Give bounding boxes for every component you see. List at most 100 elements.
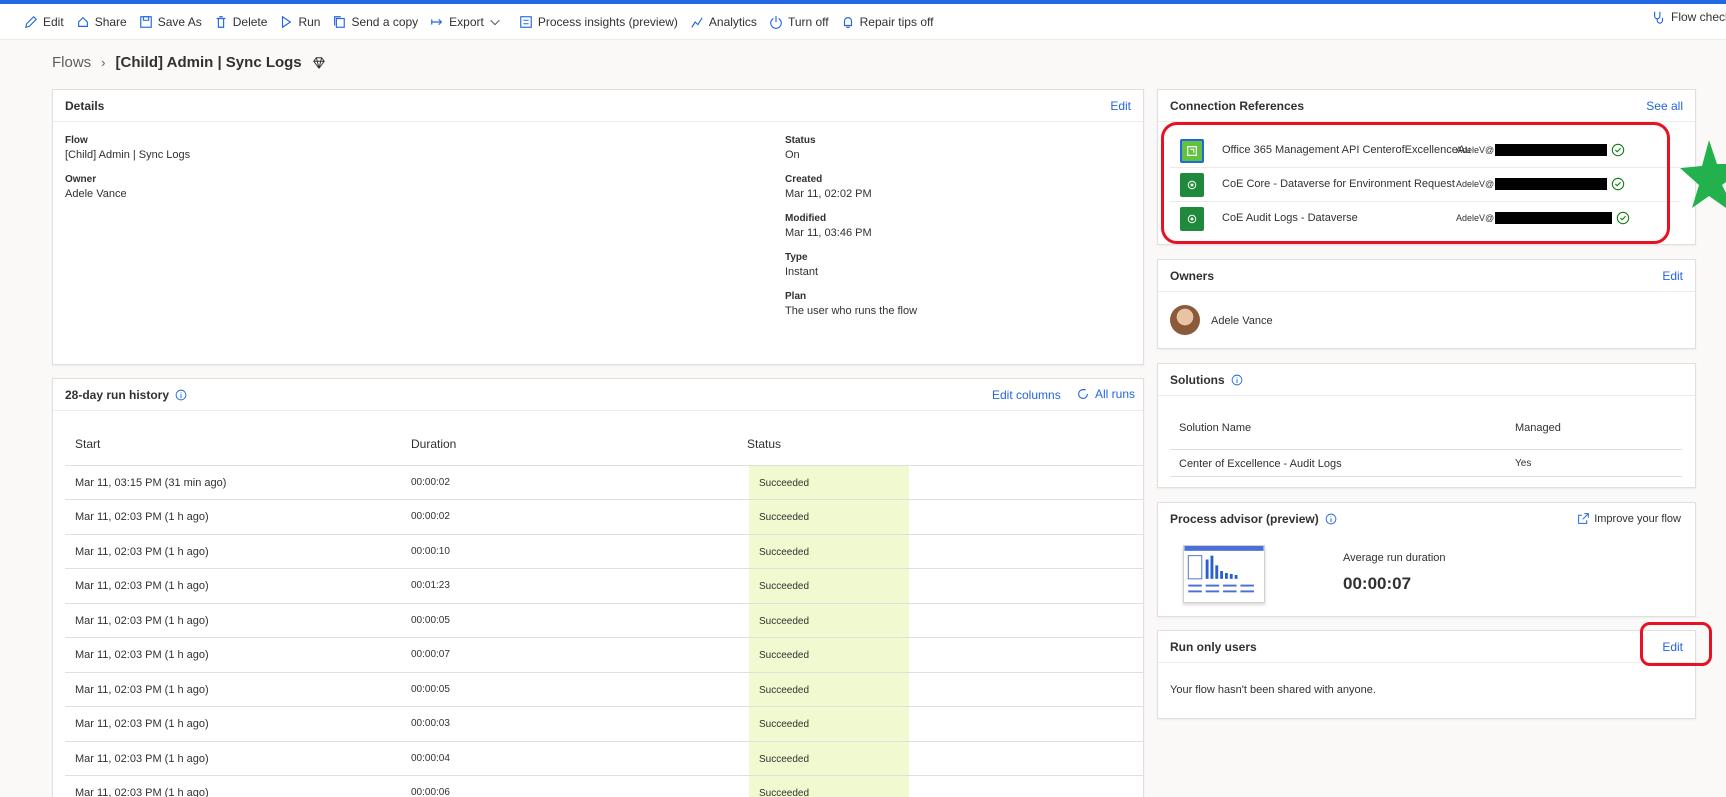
status-value: On (785, 149, 800, 161)
column-header-managed[interactable]: Managed (1515, 422, 1561, 434)
type-label: Type (785, 252, 808, 263)
flow-checker-command[interactable]: Flow checker (1652, 10, 1726, 24)
status-field: Status On (785, 135, 816, 161)
row-status: Succeeded (749, 500, 909, 534)
plan-field: Plan The user who runs the flow (785, 291, 917, 317)
connections-title: Connection References (1170, 98, 1305, 113)
repair-tips-command[interactable]: Repair tips off (841, 15, 933, 29)
table-row[interactable]: Mar 11, 02:03 PM (1 h ago) 00:00:03 Succee… (65, 706, 1143, 741)
row-start: Mar 11, 02:03 PM (1 h ago) (75, 753, 209, 765)
table-row[interactable]: Mar 11, 02:03 PM (1 h ago) 00:00:05 Succee… (65, 603, 1143, 638)
table-row[interactable]: Mar 11, 02:03 PM (1 h ago) 00:01:23 Succee… (65, 568, 1143, 603)
modified-field: Modified Mar 11, 03:46 PM (785, 213, 872, 239)
divider (1170, 449, 1682, 450)
solution-name[interactable]: Center of Excellence - Audit Logs (1179, 458, 1342, 470)
breadcrumb-flows-link[interactable]: Flows (52, 54, 91, 71)
edit-columns-link[interactable]: Edit columns (992, 388, 1061, 402)
see-all-link[interactable]: See all (1646, 99, 1683, 113)
row-duration: 00:00:02 (411, 511, 450, 522)
owners-edit-link[interactable]: Edit (1662, 269, 1683, 283)
run-command-label: Run (298, 14, 321, 29)
table-row[interactable]: Mar 11, 03:15 PM (31 min ago) 00:00:02 Suc… (65, 465, 1143, 500)
flow-value: [Child] Admin | Sync Logs (65, 149, 191, 161)
delete-command[interactable]: Delete (214, 14, 268, 29)
flow-label: Flow (65, 135, 88, 146)
edit-command[interactable]: Edit (24, 15, 64, 29)
open-external-icon (1578, 513, 1590, 524)
all-runs-link[interactable]: All runs (1076, 387, 1135, 401)
row-start: Mar 11, 02:03 PM (1 h ago) (75, 684, 209, 696)
created-field: Created Mar 11, 02:02 PM (785, 174, 872, 200)
row-duration: 00:00:05 (411, 615, 450, 626)
plan-value: The user who runs the flow (785, 305, 918, 317)
process-advisor-card: Process advisor (preview) Improve your f… (1157, 502, 1696, 617)
run-command[interactable]: Run (279, 15, 320, 29)
highlight-box-connections (1161, 122, 1670, 244)
solutions-title: Solutions (1170, 372, 1225, 387)
turn-off-command[interactable]: Turn off (769, 15, 829, 29)
modified-label: Modified (785, 213, 827, 224)
row-status: Succeeded (749, 742, 909, 776)
details-title: Details (65, 98, 105, 113)
save-as-icon (139, 15, 153, 29)
process-insights-command[interactable]: Process insights (preview) (519, 15, 678, 29)
row-duration: 00:00:03 (411, 718, 450, 729)
solution-managed: Yes (1515, 458, 1532, 469)
table-row[interactable]: Mar 11, 02:03 PM (1 h ago) 00:00:07 Succee… (65, 637, 1143, 672)
column-header-start[interactable]: Start (75, 437, 100, 451)
send-copy-command-label: Send a copy (351, 14, 419, 29)
row-duration: 00:00:07 (411, 649, 450, 660)
details-card: Details Edit Flow [Child] Admin | Sync Lo… (52, 89, 1144, 365)
details-header: Details Edit (53, 90, 1143, 122)
solutions-card: Solutions Solution Name Managed Center o… (1157, 363, 1696, 488)
row-status: Succeeded (749, 673, 909, 707)
column-header-solution-name[interactable]: Solution Name (1179, 422, 1251, 434)
export-command[interactable]: Export (430, 15, 507, 29)
row-duration: 00:00:02 (411, 477, 450, 488)
delete-command-label: Delete (232, 14, 268, 29)
flow-field: Flow [Child] Admin | Sync Logs (65, 135, 190, 161)
table-row[interactable]: Mar 11, 02:03 PM (1 h ago) 00:00:04 Succee… (65, 741, 1143, 776)
row-start: Mar 11, 02:03 PM (1 h ago) (75, 649, 209, 661)
row-status: Succeeded (749, 707, 909, 741)
process-icon (519, 15, 533, 29)
table-row[interactable]: Mar 11, 02:03 PM (1 h ago) 00:00:06 Succee… (65, 775, 1143, 797)
row-duration: 00:00:06 (411, 787, 450, 797)
row-duration: 00:00:04 (411, 753, 450, 764)
send-copy-command[interactable]: Send a copy (332, 15, 418, 29)
highlight-box-edit (1640, 622, 1712, 666)
info-icon[interactable] (175, 389, 187, 401)
run-history-title: 28-day run history (65, 387, 170, 402)
flow-checker-label: Flow checker (1671, 10, 1726, 24)
column-header-status[interactable]: Status (747, 437, 781, 451)
process-advisor-header: Process advisor (preview) Improve your f… (1158, 503, 1695, 535)
pencil-icon (24, 15, 38, 29)
info-icon[interactable] (1231, 374, 1243, 386)
created-value: Mar 11, 02:02 PM (785, 188, 872, 200)
improve-flow-link[interactable]: Improve your flow (1577, 512, 1681, 525)
details-edit-link[interactable]: Edit (1110, 99, 1131, 113)
owners-card: Owners Edit Adele Vance (1157, 259, 1696, 349)
created-label: Created (785, 174, 823, 185)
table-row[interactable]: Mar 11, 02:03 PM (1 h ago) 00:00:10 Succee… (65, 534, 1143, 569)
stethoscope-icon (1652, 10, 1666, 24)
command-bar: Edit Share Save As Delete Run Send a cop… (0, 4, 1726, 40)
run-only-users-title: Run only users (1170, 639, 1257, 654)
column-header-duration[interactable]: Duration (411, 437, 456, 451)
share-command[interactable]: Share (76, 15, 127, 29)
owners-header: Owners Edit (1158, 260, 1695, 292)
play-icon (279, 15, 293, 29)
bell-icon (841, 15, 855, 29)
not-shared-message: Your flow hasn't been shared with anyone… (1170, 684, 1376, 696)
table-row[interactable]: Mar 11, 02:03 PM (1 h ago) 00:00:05 Succee… (65, 672, 1143, 707)
analytics-command[interactable]: Analytics (690, 15, 757, 29)
row-start: Mar 11, 02:03 PM (1 h ago) (75, 615, 209, 627)
star-icon (1680, 140, 1726, 208)
row-status: Succeeded (749, 638, 909, 672)
process-insights-command-label: Process insights (preview) (537, 14, 678, 29)
table-row[interactable]: Mar 11, 02:03 PM (1 h ago) 00:00:02 Succee… (65, 499, 1143, 534)
refresh-icon (1078, 389, 1088, 399)
copy-icon (332, 15, 346, 29)
save-as-command[interactable]: Save As (139, 15, 202, 29)
info-icon[interactable] (1325, 513, 1337, 525)
